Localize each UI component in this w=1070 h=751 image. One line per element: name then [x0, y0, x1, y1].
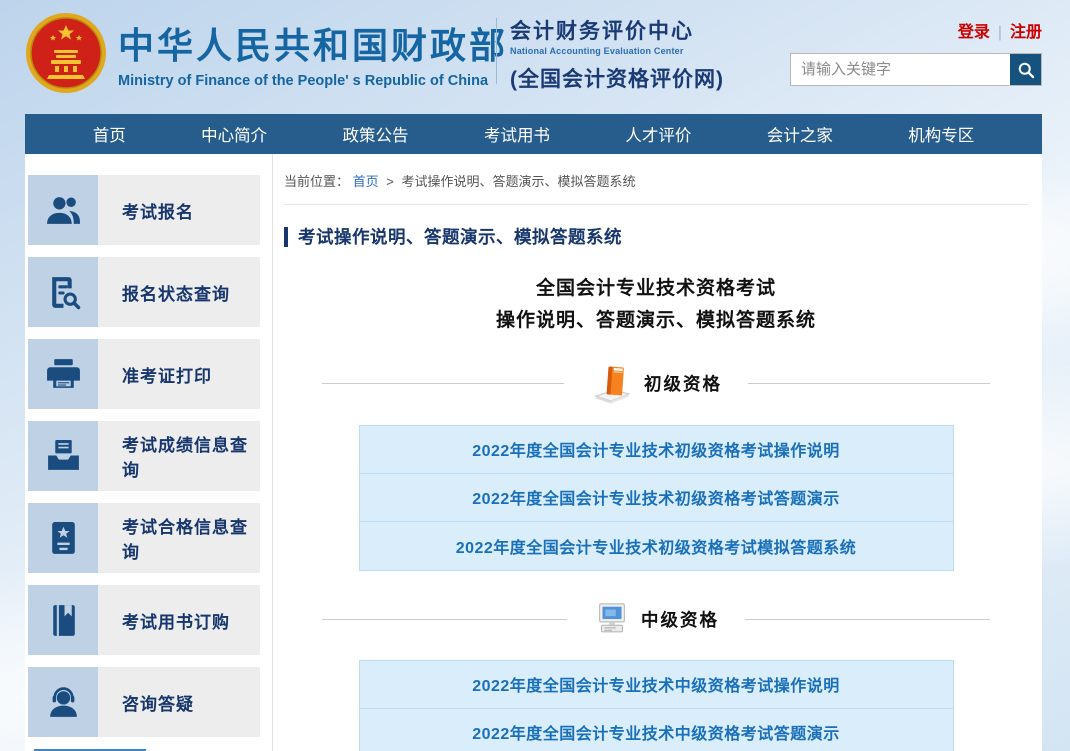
page: 中华人民共和国财政部 Ministry of Finance of the Pe…: [0, 0, 1070, 751]
nav-item-institution-zone[interactable]: 机构专区: [908, 122, 974, 146]
sidebar-item-admission-ticket-print[interactable]: 准考证打印: [28, 339, 260, 409]
printer-icon: [28, 339, 98, 409]
header-divider: [496, 18, 497, 84]
group-label: 初级资格: [644, 371, 722, 396]
sidebar-item-label: 报名状态查询: [98, 257, 260, 327]
heading-line2: 操作说明、答题演示、模拟答题系统: [284, 305, 1028, 337]
nav-item-center-intro[interactable]: 中心简介: [201, 122, 267, 146]
link-list: 2022年度全国会计专业技术初级资格考试操作说明 2022年度全国会计专业技术初…: [359, 425, 954, 571]
page-heading: 全国会计专业技术资格考试 操作说明、答题演示、模拟答题系统: [284, 273, 1028, 338]
heading-line1: 全国会计专业技术资格考试: [284, 273, 1028, 305]
nav-item-exam-books[interactable]: 考试用书: [484, 122, 550, 146]
computer-icon: [593, 601, 631, 639]
center-title: 会计财务评价中心: [510, 15, 724, 45]
nav-item-policy-announcements[interactable]: 政策公告: [343, 122, 409, 146]
group-label: 中级资格: [641, 607, 719, 632]
group-header: 初级资格: [322, 364, 990, 404]
link-intermediate-answer-demo[interactable]: 2022年度全国会计专业技术中级资格考试答题演示: [360, 709, 953, 751]
sidebar: 考试报名 报名状态查询: [25, 154, 273, 751]
sidebar-item-label: 考试用书订购: [98, 585, 260, 655]
group-header: 中级资格: [322, 601, 990, 639]
login-link[interactable]: 登录: [958, 24, 990, 41]
breadcrumb-separator: >: [386, 174, 394, 189]
sidebar-item-label: 考试成绩信息查询: [98, 421, 260, 491]
breadcrumb: 当前位置： 首页 > 考试操作说明、答题演示、模拟答题系统: [284, 171, 1028, 190]
group-intermediate-qualification: 中级资格 2022年度全国会计专业技术中级资格考试操作说明 2022年度全国会计…: [284, 601, 1028, 751]
group-junior-qualification: 初级资格 2022年度全国会计专业技术初级资格考试操作说明 2022年度全国会计…: [284, 364, 1028, 571]
link-list: 2022年度全国会计专业技术中级资格考试操作说明 2022年度全国会计专业技术中…: [359, 660, 954, 751]
ministry-branding: 中华人民共和国财政部 Ministry of Finance of the Pe…: [118, 17, 508, 89]
nav-item-talent-evaluation[interactable]: 人才评价: [625, 122, 691, 146]
magnifier-icon: [1016, 60, 1036, 80]
link-junior-answer-demo[interactable]: 2022年度全国会计专业技术初级资格考试答题演示: [360, 474, 953, 522]
breadcrumb-prefix: 当前位置：: [284, 174, 349, 189]
search-button[interactable]: [1010, 54, 1041, 85]
china-national-emblem-icon: [25, 12, 107, 94]
inbox-document-icon: [28, 421, 98, 491]
sidebar-item-label: 考试报名: [98, 175, 260, 245]
headset-person-icon: [28, 667, 98, 737]
header-rule-right: [748, 383, 990, 384]
section-title: 考试操作说明、答题演示、模拟答题系统: [284, 227, 1028, 247]
auth-separator: |: [998, 24, 1002, 41]
center-title-en: National Accounting Evaluation Center: [510, 46, 724, 56]
sidebar-item-exam-score-query[interactable]: 考试成绩信息查询: [28, 421, 260, 491]
header-rule-left: [322, 619, 567, 620]
content: 考试报名 报名状态查询: [25, 154, 1042, 751]
header-rule-left: [322, 383, 564, 384]
site-header: 中华人民共和国财政部 Ministry of Finance of the Pe…: [0, 0, 1070, 114]
search-bar: [790, 53, 1042, 86]
nav-item-accountant-home[interactable]: 会计之家: [767, 122, 833, 146]
sidebar-item-exam-registration[interactable]: 考试报名: [28, 175, 260, 245]
link-junior-operation-instructions[interactable]: 2022年度全国会计专业技术初级资格考试操作说明: [360, 426, 953, 474]
center-alt-title: (全国会计资格评价网): [510, 63, 724, 93]
nav-item-home[interactable]: 首页: [93, 122, 126, 146]
sidebar-item-consultation[interactable]: 咨询答疑: [28, 667, 260, 737]
book-icon: [28, 585, 98, 655]
sidebar-item-label: 咨询答疑: [98, 667, 260, 737]
document-search-icon: [28, 257, 98, 327]
auth-links: 登录 | 注册: [790, 18, 1042, 42]
main-area: 当前位置： 首页 > 考试操作说明、答题演示、模拟答题系统 考试操作说明、答题演…: [273, 154, 1042, 751]
ministry-title-en: Ministry of Finance of the People' s Rep…: [118, 73, 508, 89]
certificate-icon: [28, 503, 98, 573]
evaluation-center-branding: 会计财务评价中心 National Accounting Evaluation …: [510, 15, 724, 93]
users-icon: [28, 175, 98, 245]
orange-book-icon: [590, 364, 634, 404]
link-junior-mock-answer-system[interactable]: 2022年度全国会计专业技术初级资格考试模拟答题系统: [360, 522, 953, 570]
ministry-title-cn: 中华人民共和国财政部: [118, 17, 508, 69]
sidebar-item-exam-book-order[interactable]: 考试用书订购: [28, 585, 260, 655]
register-link[interactable]: 注册: [1010, 24, 1042, 41]
breadcrumb-home-link[interactable]: 首页: [353, 174, 379, 189]
breadcrumb-divider: [284, 204, 1028, 205]
sidebar-item-label: 考试合格信息查询: [98, 503, 260, 573]
sidebar-item-registration-status[interactable]: 报名状态查询: [28, 257, 260, 327]
header-rule-right: [745, 619, 990, 620]
main-nav: 首页 中心简介 政策公告 考试用书 人才评价 会计之家 机构专区: [25, 114, 1042, 154]
sidebar-item-label: 准考证打印: [98, 339, 260, 409]
sidebar-item-exam-pass-query[interactable]: 考试合格信息查询: [28, 503, 260, 573]
search-input[interactable]: [791, 54, 1010, 85]
link-intermediate-operation-instructions[interactable]: 2022年度全国会计专业技术中级资格考试操作说明: [360, 661, 953, 709]
header-right: 登录 | 注册: [790, 18, 1042, 86]
breadcrumb-current: 考试操作说明、答题演示、模拟答题系统: [402, 174, 636, 189]
